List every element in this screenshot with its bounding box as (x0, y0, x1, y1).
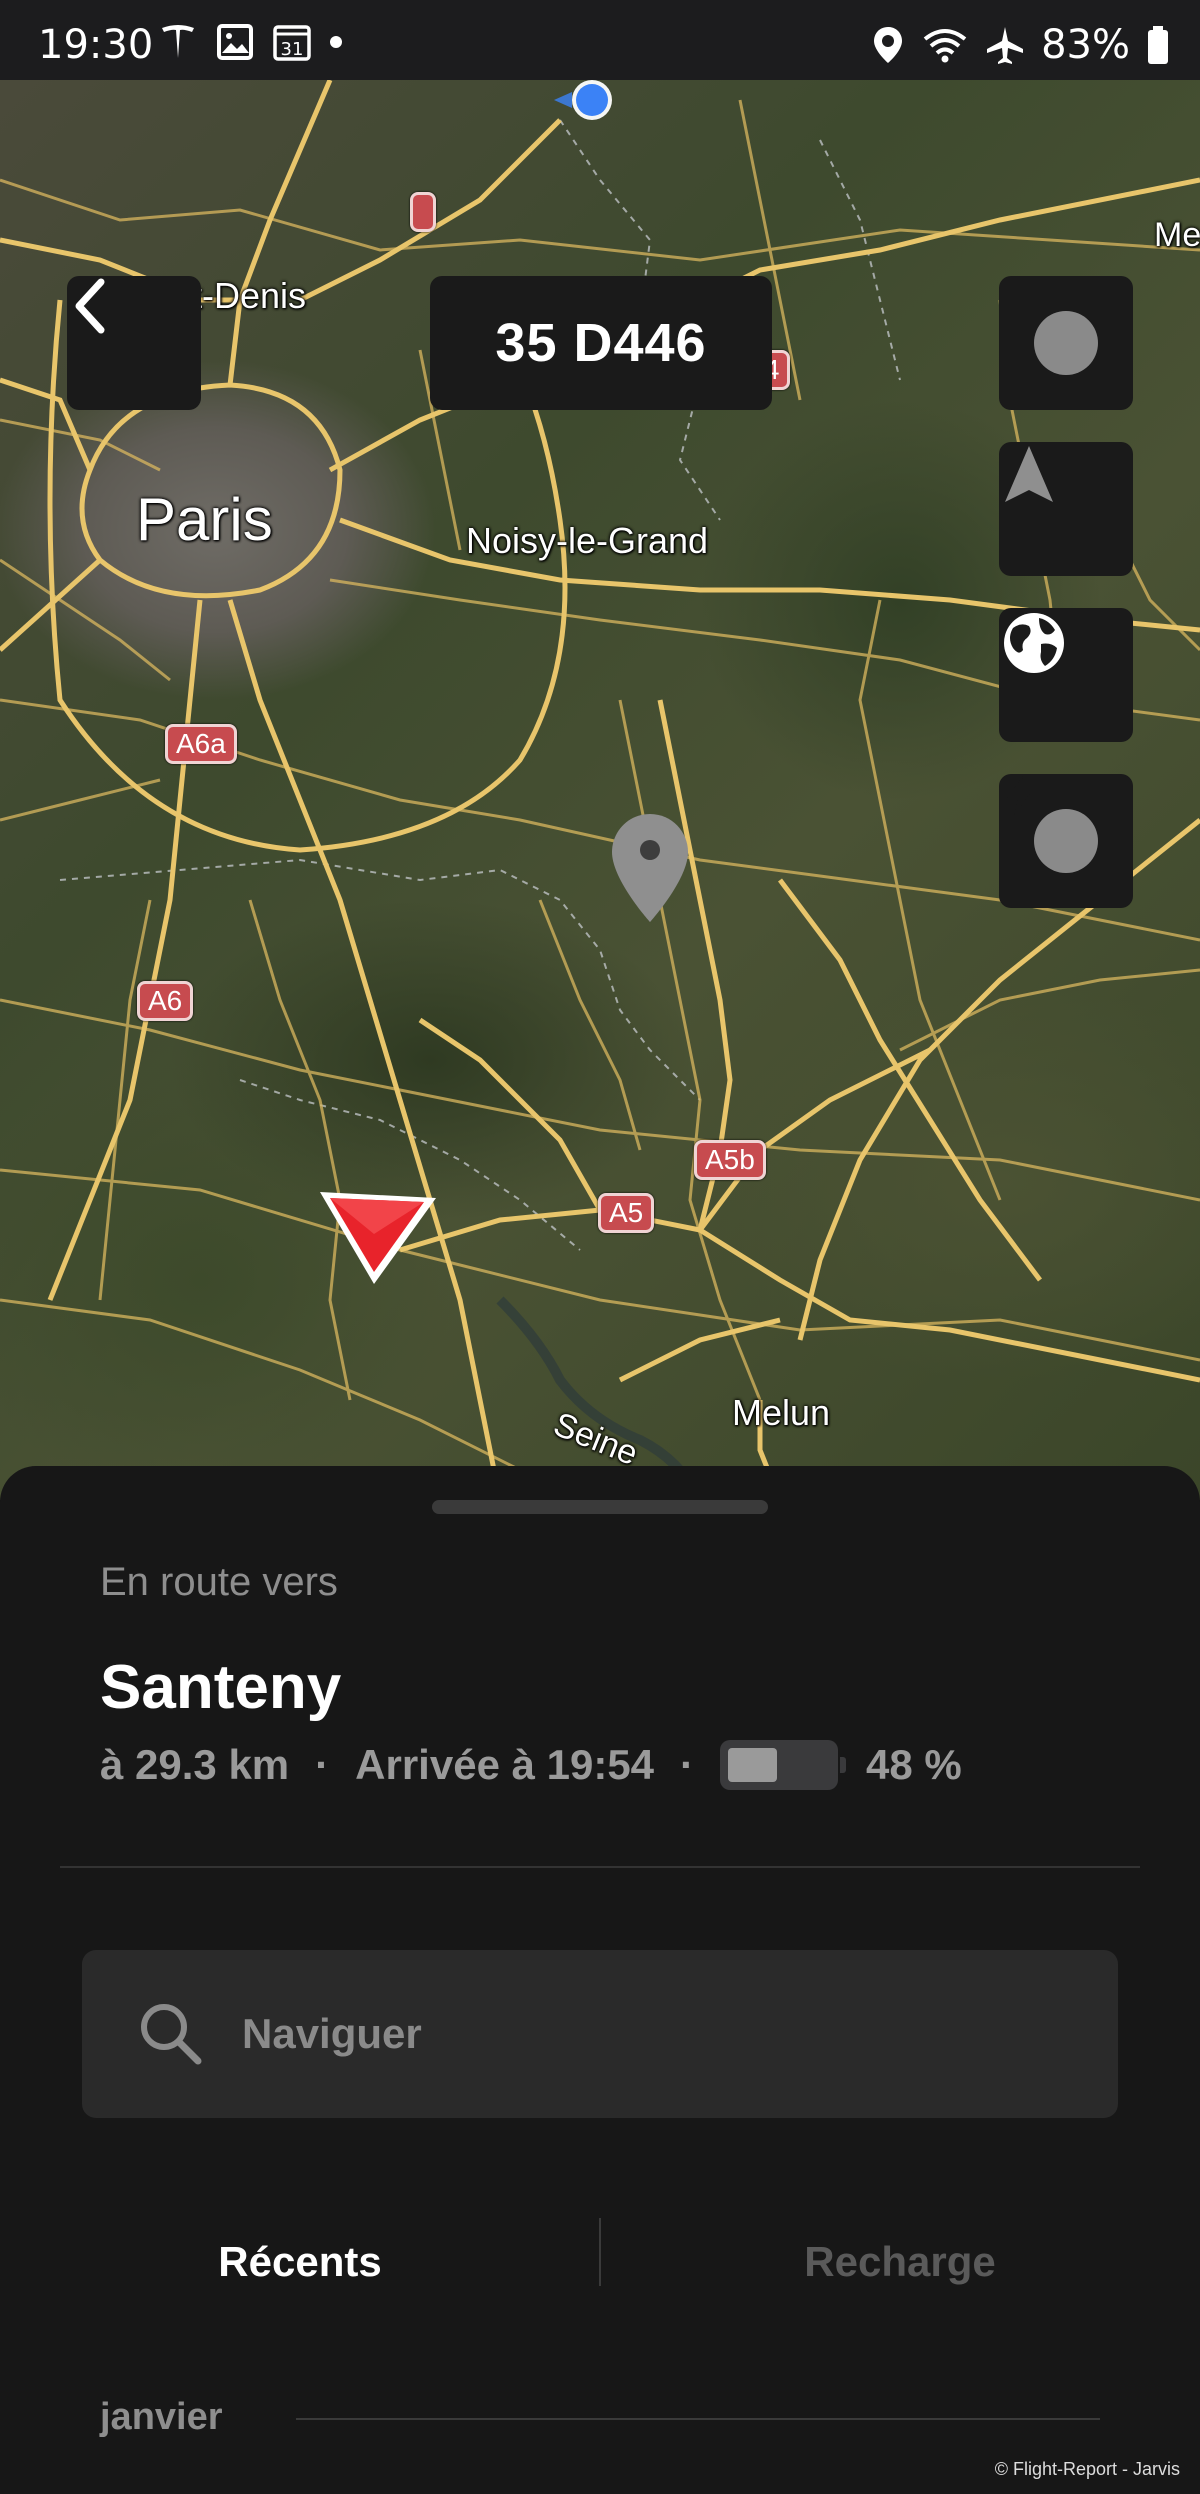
battery-icon (1148, 26, 1168, 64)
satellite-toggle-button[interactable] (999, 608, 1133, 742)
route-name: 35 D446 (495, 313, 707, 373)
arrival-time: Arrivée à 19:54 (355, 1741, 655, 1788)
back-button[interactable] (67, 276, 201, 410)
divider (60, 1866, 1140, 1868)
map-label-me: Me (1154, 216, 1200, 254)
month-header: janvier (100, 2396, 223, 2438)
tab-separator (599, 2218, 601, 2286)
back-arrow-icon (75, 278, 105, 334)
status-time: 19:30 (38, 22, 154, 68)
calendar-icon: 31 (273, 25, 311, 61)
battery-level-icon (720, 1740, 847, 1790)
lightning-icon (1007, 776, 1098, 873)
map-label-saint-denis: t-Denis (192, 275, 307, 316)
road-shield-a5b: A5b (694, 1140, 766, 1180)
tab-recents[interactable]: Récents (0, 2202, 600, 2322)
copyright-watermark: © Flight-Report - Jarvis (994, 2459, 1180, 2479)
map-label-noisy: Noisy-le-Grand (466, 520, 709, 561)
sheet-drag-handle[interactable] (432, 1500, 768, 1514)
map-label-melun: Melun (732, 1392, 831, 1433)
battery-nub (840, 1757, 847, 1773)
svg-text:31: 31 (281, 39, 304, 60)
recenter-button[interactable] (999, 442, 1133, 576)
road-shield-a5: A5 (598, 1193, 655, 1233)
turn-right-icon (1006, 279, 1098, 375)
separator-dot: · (315, 1741, 330, 1788)
directions-button[interactable] (999, 276, 1133, 410)
navigation-arrow-icon (1005, 446, 1053, 502)
road-shield-a6a: A6a (165, 724, 237, 764)
search-input[interactable]: Naviguer (82, 1950, 1118, 2118)
map-label-paris: Paris (136, 486, 273, 553)
status-icons-right: 83% (871, 22, 1170, 68)
status-icons-left: 31 (158, 22, 342, 62)
charging-button[interactable] (999, 774, 1133, 908)
trip-distance: à 29.3 km (100, 1741, 290, 1788)
map-view[interactable]: t-Denis Paris Noisy-le-Grand Melun Seine… (0, 80, 1200, 1500)
tesla-icon (162, 25, 194, 58)
wifi-icon (923, 29, 967, 63)
tab-recharge[interactable]: Recharge (600, 2202, 1200, 2322)
battery-level-fill (728, 1748, 778, 1782)
arrival-battery: 48 % (866, 1741, 962, 1788)
notification-dot (330, 36, 342, 48)
gallery-icon (217, 24, 253, 60)
trip-details: à 29.3 km · Arrivée à 19:54 · 48 % (100, 1740, 962, 1790)
road-shield-partial (410, 192, 436, 232)
location-icon (874, 27, 903, 63)
search-placeholder: Naviguer (242, 2010, 422, 2057)
en-route-label: En route vers (100, 1560, 338, 1604)
vehicle-arrow-icon (320, 1192, 436, 1284)
globe-icon (1004, 613, 1064, 673)
route-title: 35 D446 (430, 276, 772, 410)
search-icon (141, 2004, 202, 2065)
current-location-dot (554, 80, 612, 120)
status-bar: 19:30 31 83% (0, 0, 1200, 80)
month-divider (296, 2418, 1100, 2420)
airplane-icon (987, 27, 1024, 64)
destination-name[interactable]: Santeny (100, 1652, 341, 1723)
road-shield-a6: A6 (137, 981, 194, 1021)
separator-dot: · (680, 1741, 695, 1788)
bottom-sheet: En route vers Santeny à 29.3 km · Arrivé… (0, 1466, 1200, 2494)
battery-percent: 83% (1041, 22, 1130, 68)
destination-pin-icon[interactable] (608, 810, 692, 926)
